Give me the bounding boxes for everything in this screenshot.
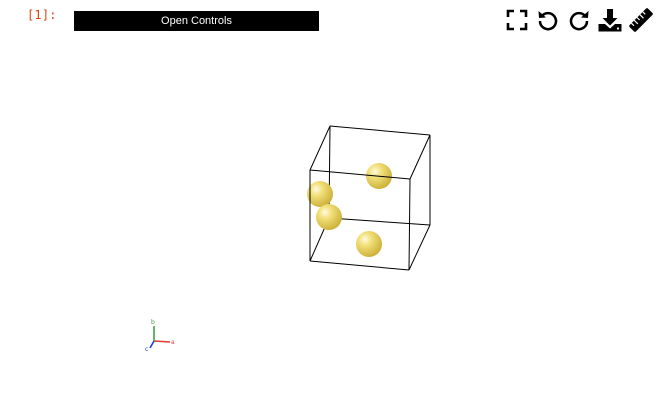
atom[interactable] <box>316 204 342 230</box>
cell-edge <box>408 178 411 271</box>
redo-icon <box>569 11 588 31</box>
download-icon <box>598 9 621 32</box>
cell-edge <box>309 260 410 271</box>
viewer-toolbar <box>501 6 656 34</box>
measure-button[interactable] <box>625 6 656 34</box>
cell-edge <box>409 134 431 180</box>
cell-edge <box>329 125 431 136</box>
a-axis <box>153 340 171 343</box>
notebook-output: [1]: Open Controls a b c <box>0 0 656 401</box>
cell-edge <box>408 224 431 271</box>
fullscreen-icon <box>506 9 527 31</box>
atoms <box>307 163 392 257</box>
cell-edge <box>309 169 411 180</box>
undo-icon <box>538 11 557 31</box>
cell-edge <box>309 125 331 171</box>
structure-viewer[interactable]: a b c <box>0 40 656 401</box>
atom[interactable] <box>307 181 333 207</box>
b-axis-label: b <box>151 319 155 326</box>
ruler-icon <box>628 8 653 32</box>
undo-button[interactable] <box>532 6 563 34</box>
redo-button[interactable] <box>563 6 594 34</box>
download-button[interactable] <box>594 6 625 34</box>
c-axis <box>149 340 155 349</box>
open-controls-button[interactable]: Open Controls <box>74 11 319 31</box>
c-axis-label: c <box>145 346 148 353</box>
cell-prompt: [1]: <box>27 8 57 22</box>
a-axis-label: a <box>171 339 175 346</box>
cell-edge <box>328 217 431 226</box>
axes-triad: a b c <box>145 319 175 353</box>
atom[interactable] <box>356 231 382 257</box>
fullscreen-button[interactable] <box>501 6 532 34</box>
